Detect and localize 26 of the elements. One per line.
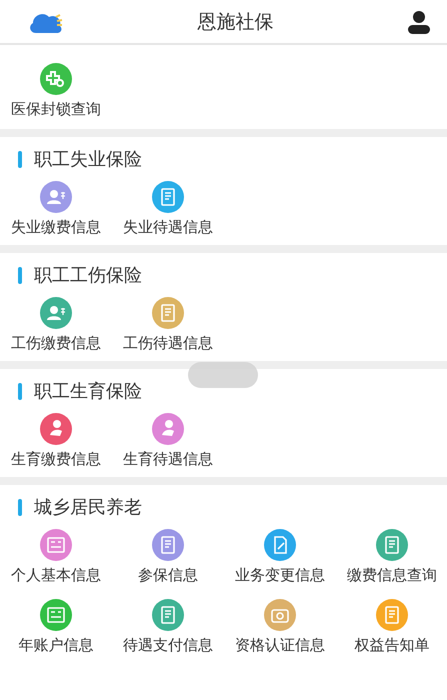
service-label[interactable]: 年账户信息 <box>18 636 94 655</box>
section-marker <box>18 382 22 400</box>
service-label[interactable]: 医保封锁查询 <box>11 100 101 119</box>
service-label[interactable]: 缴费信息查询 <box>347 566 437 585</box>
service-label[interactable]: 权益告知单 <box>354 636 430 655</box>
service-label[interactable]: 参保信息 <box>138 566 198 585</box>
service-label[interactable]: 失业待遇信息 <box>123 218 213 237</box>
section-title: 职工失业保险 <box>34 148 142 171</box>
toast-background <box>188 362 258 388</box>
section-marker <box>18 266 22 284</box>
section-title: 城乡居民养老 <box>34 496 142 519</box>
section-marker <box>18 150 22 168</box>
section-title: 职工生育保险 <box>34 380 142 403</box>
section-title: 职工工伤保险 <box>34 264 142 287</box>
service-label[interactable]: 生育缴费信息 <box>11 450 101 469</box>
service-label[interactable]: 工伤缴费信息 <box>11 334 101 353</box>
service-label[interactable]: 业务变更信息 <box>235 566 325 585</box>
service-label[interactable]: 失业缴费信息 <box>11 218 101 237</box>
app-title: 恩施社保 <box>198 10 274 34</box>
section-marker <box>18 498 22 516</box>
user-icon[interactable] <box>407 10 431 34</box>
service-label[interactable]: 待遇支付信息 <box>123 636 213 655</box>
service-label[interactable]: 个人基本信息 <box>11 566 101 585</box>
service-label[interactable]: 工伤待遇信息 <box>123 334 213 353</box>
service-label[interactable]: 生育待遇信息 <box>123 450 213 469</box>
service-label[interactable]: 资格认证信息 <box>235 636 325 655</box>
